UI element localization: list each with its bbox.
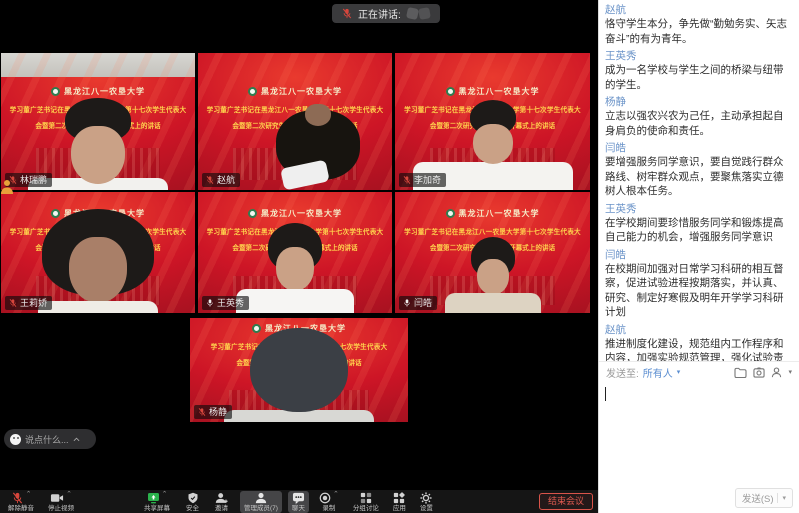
mic-icon: [206, 298, 214, 308]
chat-panel: 赵航恪守学生本分，争先做“勤勉务实、矢志奋斗”的有为青年。 王英秀成为一名学校与…: [598, 0, 799, 513]
invite-button[interactable]: 邀请: [211, 491, 232, 513]
participant-name: 李加奇: [414, 175, 441, 185]
chat-input[interactable]: 发送(S) ▾: [599, 382, 799, 513]
breakout-rooms-button[interactable]: 分组讨论: [349, 491, 383, 513]
muted-mic-icon: [403, 175, 411, 185]
building-graphic: [233, 276, 357, 305]
chevron-up-icon[interactable]: ⌃: [162, 492, 168, 498]
chat-message: 杨静立志以强农兴农为己任，主动承担起自身肩负的使命和责任。: [605, 95, 791, 138]
share-screen-button[interactable]: ⌃ 共享屏幕: [140, 491, 174, 513]
hand-raised-icon: [1, 179, 13, 194]
participant-nametag: 杨静: [194, 405, 232, 419]
settings-button[interactable]: 设置: [416, 491, 437, 513]
building-graphic: [430, 148, 555, 181]
participant-nametag: 王英秀: [202, 296, 249, 310]
participant-name: 闫皓: [414, 298, 432, 308]
send-to-selector[interactable]: 所有人: [643, 365, 673, 380]
participant-nametag: 闫皓: [399, 296, 437, 310]
university-emblem-icon: [248, 87, 257, 96]
building-graphic: [233, 148, 357, 181]
university-emblem-icon: [446, 87, 455, 96]
building-graphic: [36, 276, 160, 305]
chat-button[interactable]: 聊天: [288, 491, 309, 513]
muted-mic-icon: [206, 175, 214, 185]
chat-message: 赵航恪守学生本分，争先做“勤勉务实、矢志奋斗”的有为青年。: [605, 3, 791, 46]
video-tile-lijiaqi[interactable]: 黑龙江八一农垦大学 学习董广芝书记在黑龙江八一农垦大学第十七次学生代表大 会暨第…: [395, 53, 590, 190]
university-emblem-icon: [446, 209, 455, 218]
university-emblem-icon: [51, 87, 60, 96]
video-tile-wanglijiao[interactable]: 黑龙江八一农垦大学 学习董广芝书记在黑龙江八一农垦大学第十七次学生代表大 会暨第…: [1, 192, 195, 313]
participant-nametag: 赵航: [202, 173, 240, 187]
slide-background: 黑龙江八一农垦大学 学习董广芝书记在黑龙江八一农垦大学第十七次学生代表大 会暨第…: [198, 192, 392, 313]
text-cursor: [605, 387, 606, 401]
quick-chat-placeholder: 说点什么...: [25, 433, 69, 446]
participant-name: 王莉娇: [20, 298, 47, 308]
chat-message: 闫皓在校期间加强对日常学习科研的相互督察，促进试验进程按期落实，并认真、研究、制…: [605, 248, 791, 320]
slide-background: 黑龙江八一农垦大学 学习董广芝书记在黑龙江八一农垦大学第十七次学生代表大 会暨第…: [1, 53, 195, 190]
end-meeting-button[interactable]: 结束会议: [539, 493, 593, 510]
video-tile-wangyingxiu[interactable]: 黑龙江八一农垦大学 学习董广芝书记在黑龙江八一农垦大学第十七次学生代表大 会暨第…: [198, 192, 392, 313]
chat-message-list[interactable]: 赵航恪守学生本分，争先做“勤勉务实、矢志奋斗”的有为青年。 王英秀成为一名学校与…: [599, 0, 799, 361]
participant-name: 杨静: [209, 407, 227, 417]
send-to-label: 发送至:: [606, 365, 639, 380]
manage-members-button[interactable]: 管理成员(7): [240, 491, 282, 513]
chevron-up-icon[interactable]: ⌃: [26, 492, 32, 498]
caret-down-icon[interactable]: ▾: [788, 368, 792, 376]
emoji-icon[interactable]: [10, 434, 21, 445]
unmute-button[interactable]: ⌃ 解除静音: [4, 491, 38, 513]
building-graphic: [430, 276, 555, 305]
muted-mic-icon: [342, 8, 352, 19]
chevron-up-icon[interactable]: [73, 437, 80, 442]
chat-message: 王英秀在学校期间要珍惜服务同学和锻炼提高自己能力的机会，增强服务同学意识: [605, 202, 791, 245]
slide-title-line2: 会暨第二次研究生代表大会开幕式上的讲话: [1, 120, 195, 130]
participant-nametag: 王莉娇: [5, 296, 52, 310]
send-button[interactable]: 发送(S) ▾: [735, 488, 793, 508]
slide-background: 黑龙江八一农垦大学 学习董广芝书记在黑龙江八一农垦大学第十七次学生代表大 会暨第…: [395, 53, 590, 190]
video-tile-yangjing[interactable]: 黑龙江八一农垦大学 学习董广芝书记在黑龙江八一农垦大学第十七次学生代表大 会暨第…: [190, 318, 408, 422]
slide-background: 黑龙江八一农垦大学 学习董广芝书记在黑龙江八一农垦大学第十七次学生代表大 会暨第…: [395, 192, 590, 313]
quick-chat-input[interactable]: 说点什么...: [4, 429, 96, 449]
speaking-indicator: 正在讲话:: [332, 4, 440, 23]
chat-message: 闫皓要增强服务同学意识，要自觉践行群众路线、树牢群众观点，要聚焦落实立德树人根本…: [605, 141, 791, 199]
university-name: 黑龙江八一农垦大学: [64, 86, 145, 97]
speaker-name-blur: [418, 7, 431, 20]
building-graphic: [229, 390, 369, 415]
participant-name: 林瑞鹏: [20, 175, 47, 185]
muted-mic-icon: [198, 407, 206, 417]
chat-message: 赵航推进制度化建设，规范组内工作程序和内容，加强实验规范管理，强化试验责任心，提…: [605, 323, 791, 362]
send-options-row: 发送至: 所有人 ▾ ▾: [599, 361, 799, 382]
chevron-up-icon[interactable]: ⌃: [66, 492, 72, 498]
apps-button[interactable]: 应用: [389, 491, 410, 513]
meeting-toolbar: ⌃ 解除静音 ⌃ 停止视频 ⌃ 共享屏幕 安全 邀请 管理成员(7) 聊天 ⌃: [0, 490, 598, 513]
speaker-name-blur: [406, 7, 419, 20]
meeting-window: 正在讲话: 黑龙江八一农垦大学 学习董广芝书记在黑龙江八一农垦大学第十七次学生代…: [0, 0, 799, 513]
file-icon[interactable]: [734, 367, 747, 378]
chat-message: 王英秀成为一名学校与学生之间的桥梁与纽带的学生。: [605, 49, 791, 92]
building-graphic: [36, 148, 160, 181]
university-emblem-icon: [248, 209, 257, 218]
video-tile-zhaohang[interactable]: 黑龙江八一农垦大学 学习董广芝书记在黑龙江八一农垦大学第十七次学生代表大 会暨第…: [198, 53, 392, 190]
video-stage: 正在讲话: 黑龙江八一农垦大学 学习董广芝书记在黑龙江八一农垦大学第十七次学生代…: [0, 0, 598, 490]
security-button[interactable]: 安全: [182, 491, 203, 513]
screenshot-icon[interactable]: [753, 367, 765, 378]
university-emblem-icon: [252, 324, 261, 333]
slide-background: 黑龙江八一农垦大学 学习董广芝书记在黑龙江八一农垦大学第十七次学生代表大 会暨第…: [198, 53, 392, 190]
participant-nametag: 李加奇: [399, 173, 446, 187]
video-tile-yanhao[interactable]: 黑龙江八一农垦大学 学习董广芝书记在黑龙江八一农垦大学第十七次学生代表大 会暨第…: [395, 192, 590, 313]
university-emblem-icon: [51, 209, 60, 218]
video-tile-linruipeng[interactable]: 黑龙江八一农垦大学 学习董广芝书记在黑龙江八一农垦大学第十七次学生代表大 会暨第…: [1, 53, 195, 190]
slide-background: 黑龙江八一农垦大学 学习董广芝书记在黑龙江八一农垦大学第十七次学生代表大 会暨第…: [1, 192, 195, 313]
mic-icon: [403, 298, 411, 308]
record-button[interactable]: ⌃ 录制: [315, 491, 343, 513]
participant-name: 赵航: [217, 175, 235, 185]
muted-mic-icon: [9, 298, 17, 308]
send-options-caret-icon[interactable]: ▾: [782, 494, 786, 502]
chevron-up-icon[interactable]: ⌃: [333, 492, 339, 498]
stop-video-button[interactable]: ⌃ 停止视频: [44, 491, 78, 513]
mention-member-icon[interactable]: [771, 367, 782, 378]
speaking-label: 正在讲话:: [358, 6, 401, 21]
participant-name: 王英秀: [217, 298, 244, 308]
caret-down-icon[interactable]: ▾: [677, 368, 681, 376]
slide-title-line1: 学习董广芝书记在黑龙江八一农垦大学第十七次学生代表大: [1, 104, 195, 114]
